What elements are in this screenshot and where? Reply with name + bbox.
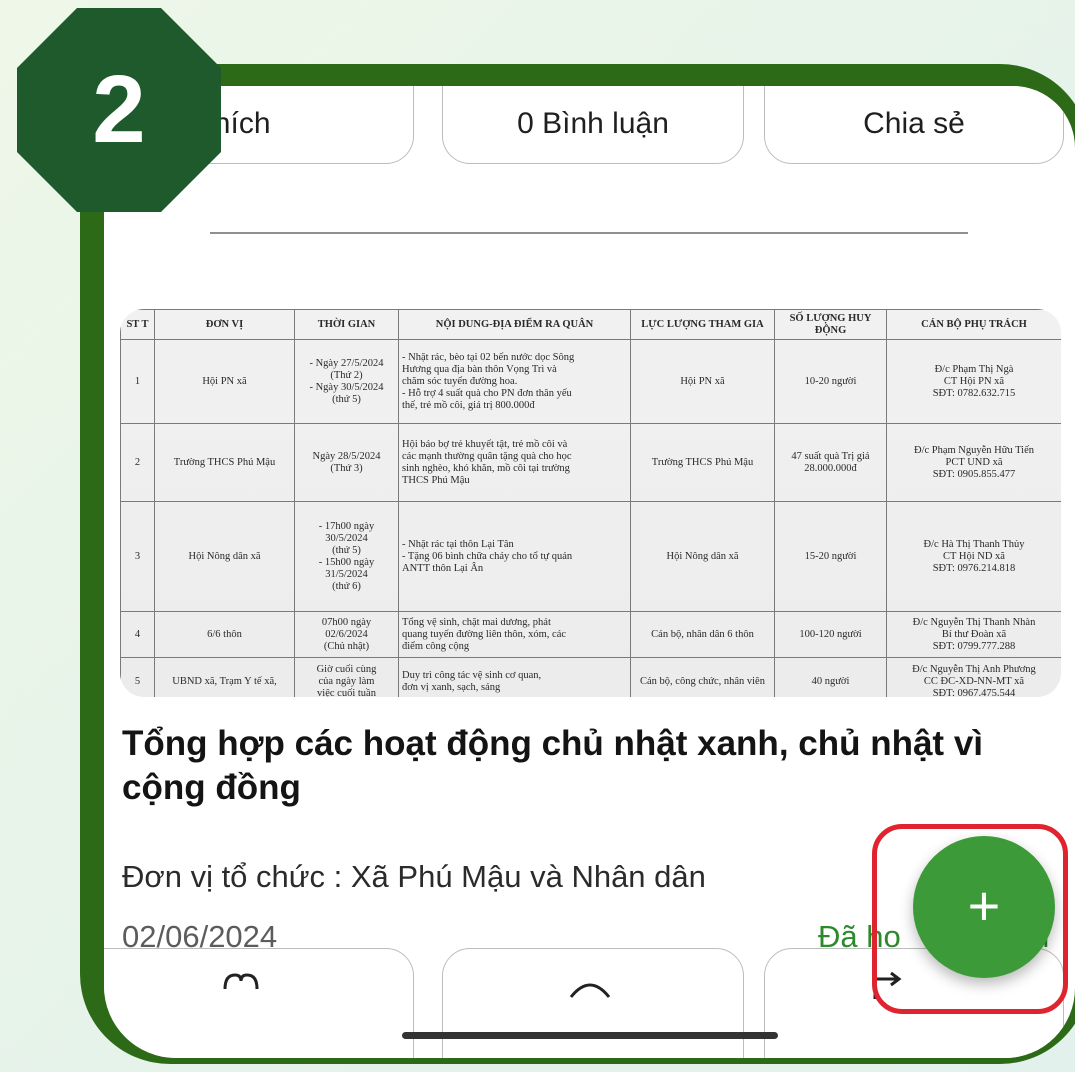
cell-content: - Nhặt rác, bèo tại 02 bến nước dọc Sông…: [398, 339, 631, 424]
cell-lead: Đ/c Nguyễn Thị Anh Phương CC ĐC-XD-NN-MT …: [886, 657, 1061, 697]
cell-force: Hội Nông dân xã: [630, 501, 775, 612]
share-label: Chia sẻ: [863, 107, 965, 140]
cell-qty: 15-20 người: [774, 501, 887, 612]
share-icon: [875, 86, 925, 87]
cell-unit: 6/6 thôn: [154, 611, 295, 658]
header-cell: CÁN BỘ PHỤ TRÁCH: [886, 309, 1061, 340]
cell-qty: 47 suất quà Trị giá 28.000.000đ: [774, 423, 887, 502]
cell-content: - Nhặt rác tại thôn Lại Tân - Tặng 06 bìn…: [398, 501, 631, 612]
cell-lead: Đ/c Nguyễn Thị Thanh Nhàn Bí thư Đoàn xã S…: [886, 611, 1061, 658]
cell-content: Duy trì công tác vệ sinh cơ quan, đơn vị …: [398, 657, 631, 697]
heart-icon: [223, 973, 259, 990]
table-row: 1 Hội PN xã - Ngày 27/5/2024 (Thứ 2) - Ngày …: [120, 339, 1061, 424]
comment-icon: [569, 983, 611, 998]
table-row: 4 6/6 thôn 07h00 ngày 02/6/2024 (Chủ nhật) Tổ…: [120, 611, 1061, 658]
share-button[interactable]: Chia sẻ: [764, 86, 1064, 164]
cell-stt: 5: [120, 657, 155, 697]
cell-qty: 10-20 người: [774, 339, 887, 424]
cell-force: Trường THCS Phú Mậu: [630, 423, 775, 502]
header-cell: ĐƠN VỊ: [154, 309, 295, 340]
schedule-table: ST T ĐƠN VỊ THỜI GIAN NỘI DUNG-ĐỊA ĐIỂM …: [120, 309, 1061, 697]
cell-content: Hội báo bợ trẻ khuyết tật, trẻ mồ côi và…: [398, 423, 631, 502]
heart-icon: [215, 86, 259, 87]
cell-unit: Trường THCS Phú Mậu: [154, 423, 295, 502]
cell-unit: Hội PN xã: [154, 339, 295, 424]
cell-stt: 1: [120, 339, 155, 424]
cell-lead: Đ/c Phạm Nguyễn Hữu Tiến PCT UND xã SĐT: 0…: [886, 423, 1061, 502]
cell-time: 07h00 ngày 02/6/2024 (Chủ nhật): [294, 611, 399, 658]
table-header-row: ST T ĐƠN VỊ THỜI GIAN NỘI DUNG-ĐỊA ĐIỂM …: [120, 309, 1061, 340]
divider: [210, 232, 968, 234]
organizer-text: Đơn vị tổ chức : Xã Phú Mậu và Nhân dân: [122, 859, 706, 894]
table-row: 2 Trường THCS Phú Mậu Ngày 28/5/2024 (Thứ 3…: [120, 423, 1061, 502]
header-cell: NỘI DUNG-ĐỊA ĐIỂM RA QUÂN: [398, 309, 631, 340]
comment-button-next[interactable]: [442, 948, 744, 1058]
header-cell: SỐ LƯỢNG HUY ĐỘNG: [774, 309, 887, 340]
cell-qty: 40 người: [774, 657, 887, 697]
comment-button[interactable]: 0 Bình luận: [442, 86, 744, 164]
table-row: 5 UBND xã, Trạm Y tế xã, Giờ cuối cùng của …: [120, 657, 1061, 697]
post-title[interactable]: Tổng hợp các hoạt động chủ nhật xanh, ch…: [122, 722, 1062, 810]
cell-stt: 4: [120, 611, 155, 658]
home-indicator[interactable]: [402, 1032, 778, 1039]
cell-qty: 100-120 người: [774, 611, 887, 658]
cell-lead: Đ/c Hà Thị Thanh Thủy CT Hội ND xã SĐT: 09…: [886, 501, 1061, 612]
header-cell: ST T: [120, 309, 155, 340]
cell-force: Cán bộ, công chức, nhân viên: [630, 657, 775, 697]
cell-content: Tổng vệ sinh, chặt mai dương, phát quang …: [398, 611, 631, 658]
comment-label: 0 Bình luận: [517, 107, 669, 140]
cell-stt: 2: [120, 423, 155, 502]
cell-force: Hội PN xã: [630, 339, 775, 424]
highlight-box: [872, 824, 1068, 1014]
step-number: 2: [92, 56, 146, 163]
like-button-next[interactable]: [104, 948, 414, 1058]
cell-unit: Hội Nông dân xã: [154, 501, 295, 612]
cell-time: Giờ cuối cùng của ngày làm việc cuối tuần: [294, 657, 399, 697]
cell-time: - Ngày 27/5/2024 (Thứ 2) - Ngày 30/5/2024(…: [294, 339, 399, 424]
cell-lead: Đ/c Phạm Thị Ngà CT Hội PN xã SĐT: 0782.63…: [886, 339, 1061, 424]
cell-unit: UBND xã, Trạm Y tế xã,: [154, 657, 295, 697]
cell-force: Cán bộ, nhân dân 6 thôn: [630, 611, 775, 658]
header-cell: THỜI GIAN: [294, 309, 399, 340]
comment-icon: [563, 86, 623, 87]
cell-stt: 3: [120, 501, 155, 612]
header-cell: LỰC LƯỢNG THAM GIA: [630, 309, 775, 340]
post-image[interactable]: ST T ĐƠN VỊ THỜI GIAN NỘI DUNG-ĐỊA ĐIỂM …: [120, 309, 1061, 697]
table-row: 3 Hội Nông dân xã - 17h00 ngày 30/5/2024 (th…: [120, 501, 1061, 612]
cell-time: - 17h00 ngày 30/5/2024 (thứ 5) - 15h00 ngày…: [294, 501, 399, 612]
cell-time: Ngày 28/5/2024 (Thứ 3): [294, 423, 399, 502]
